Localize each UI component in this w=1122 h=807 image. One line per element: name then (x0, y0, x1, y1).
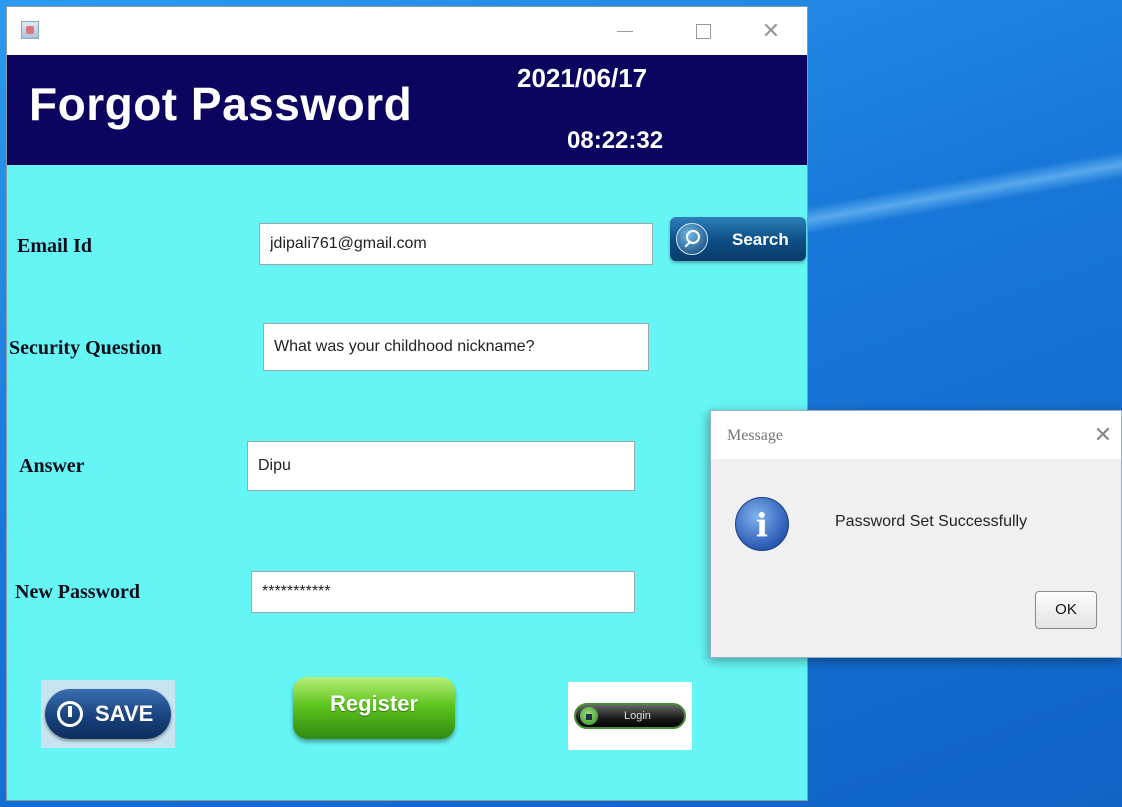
dialog-message: Password Set Successfully (835, 513, 1028, 530)
forgot-password-window: ✕ Forgot Password 2021/06/17 08:22:32 Em… (6, 6, 808, 801)
window-titlebar: ✕ (7, 7, 807, 55)
lock-icon (580, 707, 598, 725)
login-button-pill: Login (574, 703, 686, 729)
search-icon (676, 223, 708, 255)
new-password-label: New Password (15, 581, 140, 603)
save-button-label: SAVE (95, 701, 154, 726)
close-button[interactable]: ✕ (749, 15, 793, 47)
security-question-field[interactable] (263, 323, 649, 371)
page-title: Forgot Password (29, 78, 413, 130)
security-question-label: Security Question (9, 337, 162, 359)
new-password-field[interactable] (251, 571, 635, 613)
search-button[interactable]: Search (670, 217, 806, 261)
maximize-icon (695, 23, 711, 39)
login-button[interactable]: Login (568, 682, 692, 750)
java-cup-icon (21, 21, 39, 39)
time-display: 08:22:32 (567, 127, 664, 154)
message-dialog: Message ✕ i Password Set Successfully OK (710, 410, 1122, 658)
minimize-button[interactable] (603, 15, 647, 47)
email-label: Email Id (17, 235, 93, 257)
close-icon: ✕ (761, 18, 781, 43)
maximize-button[interactable] (681, 15, 725, 47)
page-header: Forgot Password 2021/06/17 08:22:32 (7, 55, 807, 165)
power-icon (57, 701, 83, 727)
save-button-pill: SAVE (45, 689, 171, 739)
ok-button[interactable]: OK (1035, 591, 1097, 629)
wallpaper-light-streak (800, 140, 1122, 250)
answer-field[interactable] (247, 441, 635, 491)
save-button[interactable]: SAVE (41, 680, 175, 748)
email-field[interactable] (259, 223, 653, 265)
search-button-label: Search (732, 230, 789, 249)
answer-label: Answer (19, 455, 85, 477)
dialog-title: Message (727, 427, 783, 444)
login-button-label: Login (624, 710, 651, 722)
dialog-close-button[interactable]: ✕ (1089, 421, 1117, 449)
information-icon: i (735, 497, 789, 551)
date-display: 2021/06/17 (517, 63, 648, 93)
minimize-icon (617, 30, 633, 32)
register-button[interactable]: Register (293, 677, 455, 739)
dialog-titlebar: Message ✕ (711, 411, 1121, 459)
